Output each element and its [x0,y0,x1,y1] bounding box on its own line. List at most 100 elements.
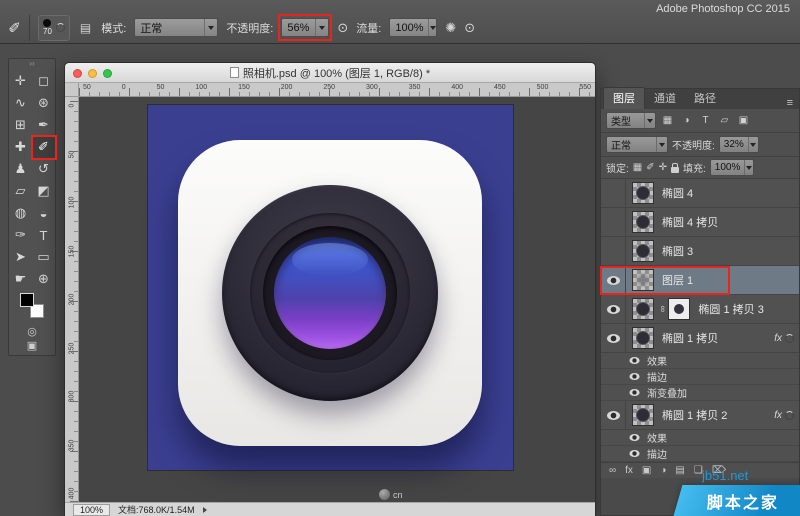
layer-row[interactable]: 椭圆 4 拷贝 [601,208,799,237]
layer-row-selected[interactable]: 图层 1 [601,266,799,295]
layer-thumbnail[interactable] [632,211,654,233]
effect-row[interactable]: 效果 [601,430,799,446]
layer-style-badge[interactable]: fx [774,333,799,344]
blend-mode-select[interactable]: 正常 [134,18,218,37]
blur-tool[interactable]: ◍ [10,203,32,224]
layer-thumbnail[interactable] [632,298,654,320]
brush-tool[interactable]: ✐ [33,137,55,158]
layer-style-badge[interactable]: fx [774,410,799,421]
tab-layers[interactable]: 图层 [603,87,645,109]
tab-channels[interactable]: 通道 [645,88,685,109]
status-flyout-arrow[interactable] [203,507,207,513]
visibility-toggle[interactable] [601,401,626,429]
visibility-toggle[interactable] [601,237,626,265]
pen-tool[interactable]: ✑ [10,225,32,246]
tab-paths[interactable]: 路径 [685,88,725,109]
add-layer-style-icon[interactable]: fx [625,465,633,476]
history-brush-tool[interactable]: ↺ [33,159,55,180]
screen-mode-button[interactable]: ▣ [27,340,37,353]
layer-thumbnail[interactable] [632,269,654,291]
gradient-tool[interactable]: ◩ [33,181,55,202]
rectangle-tool[interactable]: ▭ [33,247,55,268]
current-tool-button[interactable]: ✐ [4,15,30,41]
vertical-ruler[interactable]: 0 50 100 150 200 250 300 350 400 [65,97,79,502]
layer-row[interactable]: 椭圆 3 [601,237,799,266]
lock-all-icon[interactable] [671,167,679,173]
eye-icon[interactable] [629,450,639,457]
rectangular-marquee-tool[interactable]: ◻ [33,71,55,92]
layer-row[interactable]: 椭圆 4 [601,179,799,208]
effect-row[interactable]: 描边 [601,446,799,462]
hand-tool[interactable]: ☛ [10,269,32,290]
path-selection-tool[interactable]: ➤ [10,247,32,268]
layer-thumbnail[interactable] [632,327,654,349]
quick-mask-button[interactable]: ◎ [27,326,37,339]
dodge-tool[interactable]: ◒ [33,203,55,224]
layer-thumbnail[interactable] [632,240,654,262]
document-titlebar[interactable]: 照相机.psd @ 100% (图层 1, RGB/8) * [65,63,595,83]
clone-stamp-tool[interactable]: ♟ [10,159,32,180]
eye-icon[interactable] [629,389,639,396]
effect-row[interactable]: 效果 [601,353,799,369]
brush-preset-picker[interactable]: 70 [38,15,70,41]
layer-mask-thumbnail[interactable] [668,298,690,320]
filter-pixel-layers-icon[interactable]: ▦ [660,115,675,126]
lock-image-pixels-icon[interactable]: ✐ [646,162,654,173]
panel-menu-icon[interactable]: ≡ [781,97,799,109]
airbrush-icon[interactable]: ✺ [445,20,456,36]
layer-opacity-field[interactable]: 32% [719,136,759,153]
lasso-tool[interactable]: ∿ [10,93,32,114]
visibility-toggle[interactable] [601,324,626,352]
eraser-tool[interactable]: ▱ [10,181,32,202]
spot-healing-brush-tool[interactable]: ✚ [10,137,32,158]
zoom-level-field[interactable]: 100% [73,504,110,516]
visibility-toggle[interactable] [601,179,626,207]
tablet-pressure-size-icon[interactable]: ⊙ [464,20,475,36]
layer-blend-mode-select[interactable]: 正常 [606,136,668,153]
crop-tool[interactable]: ⊞ [10,115,32,136]
filter-shape-layers-icon[interactable]: ▱ [717,115,732,126]
eyedropper-tool[interactable]: ✒ [33,115,55,136]
close-button[interactable] [73,69,82,78]
filter-smart-objects-icon[interactable]: ▣ [736,115,751,126]
layer-row[interactable]: 椭圆 1 拷贝 fx [601,324,799,353]
lock-transparent-pixels-icon[interactable]: ▦ [633,162,642,173]
effect-row[interactable]: 渐变叠加 [601,385,799,401]
opacity-field[interactable]: 56% [281,18,329,37]
eye-icon[interactable] [629,357,639,364]
artboard[interactable] [148,105,513,470]
layer-row[interactable]: 椭圆 1 拷贝 2 fx [601,401,799,430]
visibility-toggle[interactable] [601,295,626,323]
type-tool[interactable]: T [33,225,55,246]
fill-field[interactable]: 100% [710,159,754,176]
move-tool[interactable]: ✛ [10,71,32,92]
tablet-pressure-opacity-icon[interactable]: ⊙ [337,20,348,36]
visibility-toggle[interactable] [601,208,626,236]
eye-icon[interactable] [629,373,639,380]
filter-adjustment-layers-icon[interactable]: ◑ [679,115,694,126]
zoom-window-button[interactable] [103,69,112,78]
lock-position-icon[interactable]: ✛ [659,162,667,173]
brush-panel-toggle[interactable]: ▤ [78,21,93,35]
canvas[interactable]: cn [79,97,595,502]
minimize-button[interactable] [88,69,97,78]
zoom-tool[interactable]: ⊕ [33,269,55,290]
layer-thumbnail[interactable] [632,182,654,204]
eye-icon[interactable] [629,434,639,441]
toolbar-collapse-icon[interactable]: ›› [9,59,55,70]
horizontal-ruler[interactable]: 50 0 50 100 150 200 250 300 350 400 450 … [79,83,595,97]
layer-row[interactable]: ∞ 椭圆 1 拷贝 3 [601,295,799,324]
add-layer-mask-icon[interactable]: ▣ [642,465,651,476]
mask-link-icon[interactable]: ∞ [658,306,668,312]
ruler-corner[interactable] [65,83,79,97]
effect-row[interactable]: 描边 [601,369,799,385]
quick-selection-tool[interactable]: ⊛ [33,93,55,114]
filter-type-layers-icon[interactable]: T [698,115,713,126]
foreground-color-swatch[interactable] [20,293,34,307]
filter-kind-select[interactable]: 类型 [606,112,656,129]
link-layers-icon[interactable]: ∞ [609,465,616,476]
layer-thumbnail[interactable] [632,404,654,426]
visibility-toggle[interactable] [601,266,626,294]
new-adjustment-layer-icon[interactable]: ◑ [660,465,666,476]
input-method-indicator[interactable]: cn [379,489,403,500]
